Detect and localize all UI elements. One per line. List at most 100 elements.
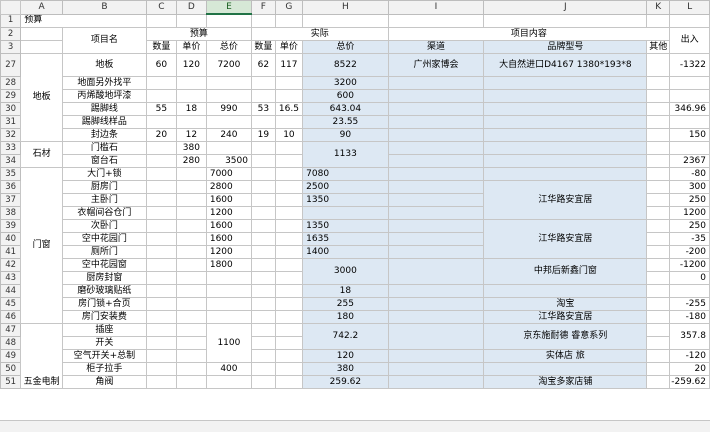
cell[interactable] xyxy=(250,375,276,389)
item-floor[interactable]: 地板 xyxy=(61,53,147,77)
cell[interactable]: 18 xyxy=(175,102,207,116)
row-header[interactable]: 2 xyxy=(0,27,22,41)
cell[interactable]: 8522 xyxy=(302,53,389,77)
cell[interactable] xyxy=(387,141,485,155)
cell[interactable] xyxy=(175,310,207,324)
cell[interactable] xyxy=(145,258,177,272)
out-header[interactable]: 出入 xyxy=(669,27,710,54)
cell[interactable] xyxy=(274,232,304,246)
row-header[interactable]: 49 xyxy=(0,349,22,363)
cell[interactable] xyxy=(387,323,485,350)
item-name-header[interactable]: 项目名 xyxy=(61,27,147,54)
cell[interactable] xyxy=(274,141,304,155)
cell[interactable] xyxy=(274,323,304,337)
cell[interactable] xyxy=(250,193,276,207)
cell[interactable] xyxy=(387,115,485,129)
cell[interactable] xyxy=(250,349,276,363)
cell[interactable] xyxy=(387,375,485,389)
cell[interactable]: 62 xyxy=(250,53,276,77)
cell[interactable]: 346.96 xyxy=(669,102,710,116)
cell[interactable] xyxy=(145,76,177,90)
cell[interactable]: 357.8 xyxy=(669,323,710,350)
project-content-header[interactable]: 项目内容 xyxy=(387,27,671,41)
row-header[interactable]: 32 xyxy=(0,128,22,142)
cell[interactable] xyxy=(145,89,177,103)
cell[interactable] xyxy=(387,258,485,285)
cell[interactable]: 大自然进口D4167 1380*193*8 xyxy=(483,53,648,77)
cell[interactable] xyxy=(175,297,207,311)
cell[interactable] xyxy=(205,76,252,90)
cell[interactable] xyxy=(387,297,485,311)
cell[interactable] xyxy=(145,310,177,324)
cell[interactable] xyxy=(483,102,648,116)
cell[interactable] xyxy=(274,115,304,129)
cell[interactable]: -259.62 xyxy=(669,375,710,389)
cell[interactable] xyxy=(145,336,177,350)
cell[interactable] xyxy=(250,336,276,350)
cell[interactable]: -255 xyxy=(669,297,710,311)
row-header[interactable]: 44 xyxy=(0,284,22,298)
cell[interactable] xyxy=(646,193,671,207)
cell[interactable] xyxy=(205,297,252,311)
cell[interactable] xyxy=(387,154,485,168)
column-header-i[interactable]: I xyxy=(387,0,485,15)
cell[interactable] xyxy=(483,76,648,90)
row-header[interactable]: 40 xyxy=(0,232,22,246)
cell[interactable]: 2500 xyxy=(302,180,389,194)
cell[interactable] xyxy=(387,193,485,207)
cell[interactable] xyxy=(145,180,177,194)
cell[interactable] xyxy=(669,89,710,103)
item-lock-hinge[interactable]: 房门锁+合页 xyxy=(61,297,147,311)
cell[interactable]: 600 xyxy=(302,89,389,103)
cell[interactable] xyxy=(250,180,276,194)
cell[interactable] xyxy=(175,219,207,233)
cell[interactable] xyxy=(274,13,304,28)
cell[interactable] xyxy=(145,297,177,311)
cell[interactable] xyxy=(175,89,207,103)
cell[interactable] xyxy=(387,362,485,376)
cell[interactable] xyxy=(175,336,207,350)
item-frosted-film[interactable]: 磨砂玻璃贴纸 xyxy=(61,284,147,298)
cell[interactable] xyxy=(145,141,177,155)
row-header[interactable]: 38 xyxy=(0,206,22,220)
column-header-d[interactable]: D xyxy=(175,0,207,15)
cell[interactable] xyxy=(145,232,177,246)
cell[interactable]: 18 xyxy=(302,284,389,298)
cell[interactable] xyxy=(250,154,276,168)
cell[interactable]: 150 xyxy=(669,128,710,142)
cell[interactable] xyxy=(646,375,671,389)
cell[interactable]: 1635 xyxy=(302,232,389,246)
cell[interactable] xyxy=(145,13,177,28)
cell[interactable] xyxy=(387,245,485,259)
cell[interactable] xyxy=(274,245,304,259)
cell[interactable] xyxy=(646,219,671,233)
cell[interactable] xyxy=(250,219,276,233)
actual-qty-header[interactable]: 数量 xyxy=(250,40,276,54)
column-header-f[interactable]: F xyxy=(250,0,276,15)
item-entry-lock[interactable]: 大门+锁 xyxy=(61,167,147,181)
group-doors[interactable]: 门窗 xyxy=(20,167,63,324)
unit-price-header[interactable]: 单价 xyxy=(175,40,207,54)
cell[interactable]: 19 xyxy=(250,128,276,142)
cell[interactable] xyxy=(274,271,304,285)
select-all-corner[interactable] xyxy=(0,0,22,15)
cell[interactable] xyxy=(274,180,304,194)
column-header-g[interactable]: G xyxy=(274,0,304,15)
cell[interactable] xyxy=(646,258,671,272)
cell[interactable] xyxy=(250,284,276,298)
cell[interactable] xyxy=(646,167,671,181)
cell[interactable]: 117 xyxy=(274,53,304,77)
cell[interactable] xyxy=(669,141,710,155)
cell[interactable] xyxy=(274,362,304,376)
cell[interactable]: 3200 xyxy=(302,76,389,90)
cell[interactable]: 3000 xyxy=(302,258,389,285)
channel-cell[interactable]: 京东施耐德 睿意系列 xyxy=(483,323,648,350)
cell[interactable]: 1200 xyxy=(669,206,710,220)
row-header[interactable]: 41 xyxy=(0,245,22,259)
row-header[interactable]: 37 xyxy=(0,193,22,207)
cell[interactable]: -1322 xyxy=(669,53,710,77)
row-header[interactable]: 39 xyxy=(0,219,22,233)
cell[interactable] xyxy=(175,245,207,259)
item-second-door[interactable]: 次卧门 xyxy=(61,219,147,233)
row-header[interactable]: 46 xyxy=(0,310,22,324)
